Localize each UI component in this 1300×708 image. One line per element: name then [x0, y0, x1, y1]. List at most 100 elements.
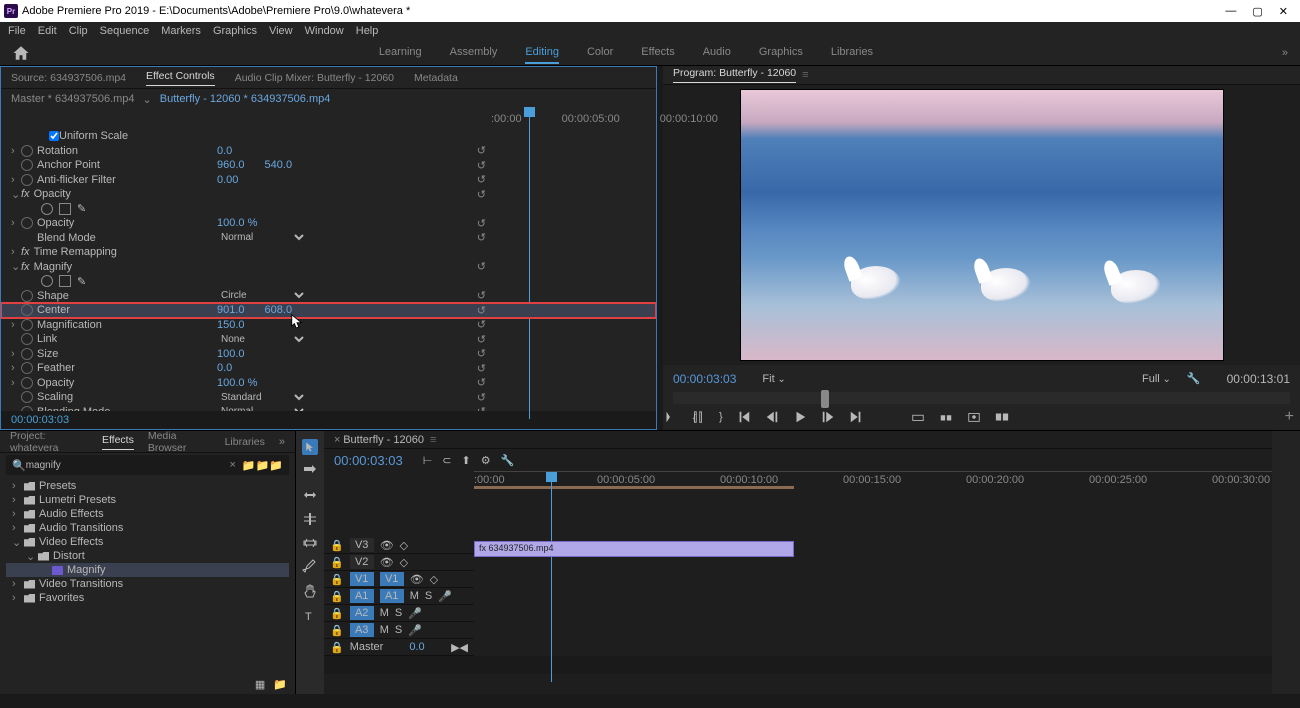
center-x[interactable]: 901.0: [217, 304, 245, 316]
video-track-header[interactable]: 🔒V1V1👁◇: [324, 571, 474, 588]
anchor-x[interactable]: 960.0: [217, 159, 245, 171]
selection-tool-icon[interactable]: [302, 439, 318, 455]
program-scrubber[interactable]: [673, 392, 1290, 404]
tree-item[interactable]: ›Video Transitions: [6, 577, 289, 591]
tree-item[interactable]: ›Presets: [6, 479, 289, 493]
audio-track-header[interactable]: 🔒A2MS🎤: [324, 605, 474, 622]
workspace-editing[interactable]: Editing: [525, 42, 559, 64]
linked-selection-icon[interactable]: ⊂: [442, 454, 451, 467]
program-timecode[interactable]: 00:00:03:03: [673, 372, 736, 386]
panel-tab[interactable]: Source: 634937506.mp4: [11, 72, 126, 84]
comparison-icon[interactable]: [995, 410, 1009, 424]
audio-track-header[interactable]: 🔒A1A1MS🎤: [324, 588, 474, 605]
shape-select[interactable]: Circle: [217, 289, 307, 302]
mask-pen-icon[interactable]: ✎: [77, 202, 86, 215]
overflow-chevron-icon[interactable]: »: [1282, 47, 1288, 59]
go-to-out-icon[interactable]: [849, 410, 863, 424]
tree-item[interactable]: ›Favorites: [6, 591, 289, 605]
clear-search-icon[interactable]: ×: [229, 459, 235, 471]
button-editor-icon[interactable]: +: [1285, 408, 1294, 426]
workspace-learning[interactable]: Learning: [379, 42, 422, 64]
mask-ellipse-icon[interactable]: [41, 203, 53, 215]
hand-tool-icon[interactable]: [302, 583, 318, 599]
tree-item[interactable]: ›Audio Effects: [6, 507, 289, 521]
step-back-icon[interactable]: [765, 410, 779, 424]
menu-graphics[interactable]: Graphics: [213, 25, 257, 37]
tree-item[interactable]: ⌄Distort: [6, 549, 289, 563]
effects-search-input[interactable]: [26, 460, 230, 471]
panel-tab[interactable]: Project: whatevera: [10, 430, 88, 454]
minimize-button[interactable]: —: [1225, 5, 1236, 18]
panel-tab[interactable]: Audio Clip Mixer: Butterfly - 12060: [235, 72, 394, 84]
video-clip[interactable]: fx 634937506.mp4: [474, 541, 794, 557]
panel-tab[interactable]: Effect Controls: [146, 70, 215, 86]
settings-icon[interactable]: 🔧: [1187, 372, 1201, 385]
video-track-header[interactable]: 🔒V2👁◇: [324, 554, 474, 571]
settings-icon[interactable]: ⚙: [481, 454, 491, 467]
sequence-tab[interactable]: Butterfly - 12060: [343, 434, 424, 446]
workspace-effects[interactable]: Effects: [641, 42, 674, 64]
maximize-button[interactable]: ▢: [1252, 5, 1262, 18]
reset-icon[interactable]: ↺: [477, 144, 486, 157]
export-frame-icon[interactable]: [967, 410, 981, 424]
pen-tool-icon[interactable]: [302, 559, 318, 575]
panel-tab[interactable]: Effects: [102, 434, 134, 450]
workspace-graphics[interactable]: Graphics: [759, 42, 803, 64]
anchor-y[interactable]: 540.0: [265, 159, 293, 171]
center-y[interactable]: 608.0: [265, 304, 293, 316]
blending-select[interactable]: Normal: [217, 405, 307, 411]
panel-tab[interactable]: Media Browser: [148, 430, 211, 454]
workspace-audio[interactable]: Audio: [703, 42, 731, 64]
track-select-tool-icon[interactable]: [302, 463, 318, 479]
program-preview[interactable]: [740, 89, 1224, 361]
step-forward-icon[interactable]: [821, 410, 835, 424]
audio-track-header[interactable]: 🔒A3MS🎤: [324, 622, 474, 639]
mark-clip-icon[interactable]: }: [719, 411, 723, 423]
timeline-timecode[interactable]: 00:00:03:03: [334, 453, 403, 468]
tree-item[interactable]: ›Lumetri Presets: [6, 493, 289, 507]
mark-in-icon[interactable]: [663, 410, 677, 424]
play-icon[interactable]: [793, 410, 807, 424]
tree-item[interactable]: Magnify: [6, 563, 289, 577]
close-button[interactable]: ✕: [1279, 5, 1288, 18]
ripple-tool-icon[interactable]: [302, 487, 318, 503]
mask-rect-icon[interactable]: [59, 203, 71, 215]
home-icon[interactable]: [12, 44, 30, 62]
menu-clip[interactable]: Clip: [69, 25, 88, 37]
uniform-scale-checkbox[interactable]: [49, 131, 59, 141]
go-to-in-icon[interactable]: [737, 410, 751, 424]
menu-markers[interactable]: Markers: [161, 25, 201, 37]
marker-icon[interactable]: ⬆: [462, 454, 471, 467]
workspace-color[interactable]: Color: [587, 42, 613, 64]
tree-item[interactable]: ›Audio Transitions: [6, 521, 289, 535]
program-tab[interactable]: Program: Butterfly - 12060: [673, 67, 796, 83]
wrench-icon[interactable]: 🔧: [501, 454, 515, 467]
mark-out-icon[interactable]: {: [691, 410, 705, 424]
extract-icon[interactable]: [939, 410, 953, 424]
razor-tool-icon[interactable]: [302, 511, 318, 527]
menu-file[interactable]: File: [8, 25, 26, 37]
fit-select[interactable]: Fit ⌄: [762, 373, 785, 385]
snap-icon[interactable]: ⊢: [423, 454, 433, 467]
ec-timecode[interactable]: 00:00:03:03: [11, 414, 69, 426]
blend-mode-select[interactable]: Normal: [217, 231, 307, 244]
menu-window[interactable]: Window: [305, 25, 344, 37]
menu-sequence[interactable]: Sequence: [100, 25, 150, 37]
scaling-select[interactable]: Standard: [217, 391, 307, 404]
folder-view-icon[interactable]: ▦: [255, 678, 265, 691]
panel-tab[interactable]: Metadata: [414, 72, 458, 84]
workspace-libraries[interactable]: Libraries: [831, 42, 873, 64]
full-select[interactable]: Full ⌄: [1142, 373, 1171, 385]
slip-tool-icon[interactable]: [302, 535, 318, 551]
sequence-clip-label[interactable]: Butterfly - 12060 * 634937506.mp4: [160, 93, 331, 105]
menu-edit[interactable]: Edit: [38, 25, 57, 37]
lift-icon[interactable]: [911, 410, 925, 424]
menu-view[interactable]: View: [269, 25, 293, 37]
type-tool-icon[interactable]: T: [302, 607, 318, 623]
tree-item[interactable]: ⌄Video Effects: [6, 535, 289, 549]
rotation-value[interactable]: 0.0: [217, 145, 232, 157]
new-bin-icon[interactable]: 📁: [273, 678, 287, 691]
video-track-header[interactable]: 🔒V3👁◇: [324, 537, 474, 554]
panel-tab[interactable]: Libraries: [225, 436, 265, 448]
menu-help[interactable]: Help: [356, 25, 379, 37]
